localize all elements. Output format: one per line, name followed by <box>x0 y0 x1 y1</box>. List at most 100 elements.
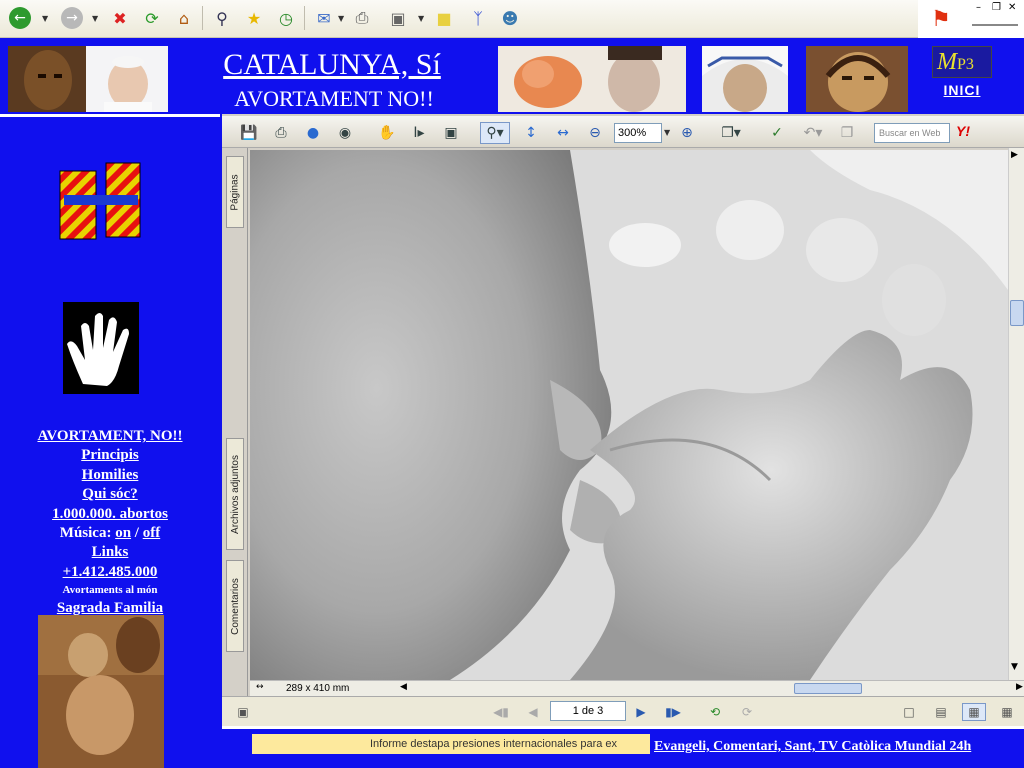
home-button[interactable]: ⌂ <box>172 6 196 30</box>
zoom-dropdown-icon[interactable]: ▼ <box>664 128 670 137</box>
edit-button[interactable]: ▣ <box>386 6 410 30</box>
print-pdf-button[interactable]: ⎙ <box>270 122 292 144</box>
toggle-panel-button[interactable]: ▣ <box>234 703 252 721</box>
side-tabs: Páginas Archivos adjuntos Comentarios <box>222 148 248 696</box>
music-on-link[interactable]: on <box>115 525 131 541</box>
web-search-input[interactable]: Buscar en Web <box>874 123 950 143</box>
menu-item-abortos[interactable]: 1.000.000. abortos <box>0 505 220 524</box>
back-button[interactable]: ← <box>8 6 32 30</box>
facing-pages-button[interactable]: ▦ <box>962 703 986 721</box>
email-button[interactable]: ● <box>302 122 324 144</box>
copy-button[interactable]: ❐ <box>836 122 858 144</box>
vertical-scroll-thumb[interactable] <box>1010 300 1024 326</box>
close-icon[interactable]: ✕ <box>1008 2 1016 13</box>
rotate-button[interactable]: ❐▾ <box>716 122 746 144</box>
previous-page-button[interactable]: ◀ <box>524 703 542 721</box>
menu-item-homilies[interactable]: Homilies <box>0 466 220 485</box>
next-page-button[interactable]: ▶ <box>632 703 650 721</box>
menu-item-principis[interactable]: Principis <box>0 446 220 465</box>
select-tool-button[interactable]: I▸ <box>408 122 430 144</box>
pdf-page-image[interactable] <box>250 150 1008 680</box>
single-page-button[interactable]: □ <box>900 703 918 721</box>
evangeli-link[interactable]: Evangeli, Comentari, Sant, TV Catòlica M… <box>654 739 971 755</box>
music-off-link[interactable]: off <box>143 525 161 541</box>
banner-title[interactable]: CATALUNYA, Sí <box>214 48 450 82</box>
forward-dropdown-icon[interactable]: ▼ <box>92 14 98 23</box>
browser-toolbar: ← ▼ → ▼ ✖ ⟳ ⌂ ⚲ ★ ◷ ✉ ▼ ⎙ ▣ ▼ ■ ᛉ ☻ ⚑ – … <box>0 0 1024 38</box>
favorites-button[interactable]: ★ <box>242 6 266 30</box>
tab-comments[interactable]: Comentarios <box>226 560 244 652</box>
bluetooth-button[interactable]: ᛉ <box>466 6 490 30</box>
print-button[interactable]: ⎙ <box>350 6 374 30</box>
scroll-right-arrow-icon[interactable]: ▶ <box>1016 682 1023 692</box>
banner-photo-children <box>498 46 686 112</box>
forward-button[interactable]: → <box>60 6 84 30</box>
history-button[interactable]: ◷ <box>274 6 298 30</box>
home-link[interactable]: INICI <box>932 82 992 98</box>
news-ticker[interactable]: Informe destapa presiones internacionale… <box>252 734 650 754</box>
yahoo-icon[interactable]: Y! <box>956 123 970 139</box>
save-button[interactable]: 💾 <box>238 122 260 144</box>
history-icon: ◷ <box>279 8 293 28</box>
menu-item-qui-soc[interactable]: Qui sóc? <box>0 485 220 504</box>
page-size-label: 289 x 410 mm <box>286 683 350 694</box>
zoom-in-icon: ⚲▾ <box>486 125 504 141</box>
abortion-counter[interactable]: +1.412.485.000 <box>0 563 220 582</box>
scroll-left-arrow-icon[interactable]: ◀ <box>400 682 407 692</box>
vertical-scrollbar[interactable]: ▶ ▼ <box>1008 148 1024 680</box>
messenger-button[interactable]: ☻ <box>498 6 522 30</box>
tab-attachments[interactable]: Archivos adjuntos <box>226 438 244 550</box>
windows-logo-icon: ⚑ <box>918 0 964 38</box>
zoom-slider[interactable] <box>972 24 1018 26</box>
zoom-in-button[interactable]: ⊕ <box>676 122 698 144</box>
holy-family-painting[interactable] <box>38 615 164 768</box>
page-number-field[interactable]: 1 de 3 <box>550 701 626 721</box>
mail-dropdown-icon[interactable]: ▼ <box>338 14 344 23</box>
last-page-button[interactable]: ▮▶ <box>664 703 682 721</box>
tab-pages[interactable]: Páginas <box>226 156 244 228</box>
split-handle-icon[interactable]: ↔ <box>256 682 264 692</box>
find-button[interactable]: ◉ <box>334 122 356 144</box>
go-back-view-button[interactable]: ⟲ <box>706 703 724 721</box>
fit-height-button[interactable]: ↕ <box>520 122 542 144</box>
edit-dropdown-icon[interactable]: ▼ <box>418 14 424 23</box>
back-dropdown-icon[interactable]: ▼ <box>42 14 48 23</box>
banner-photo-icon-and-pope <box>8 46 168 112</box>
undo-button[interactable]: ↶▾ <box>798 122 828 144</box>
zoom-out-button[interactable]: ⊖ <box>584 122 606 144</box>
scroll-right-arrow-icon[interactable]: ▶ <box>1011 150 1023 164</box>
hand-tool-button[interactable]: ✋ <box>376 122 398 144</box>
notes-button[interactable]: ■ <box>432 6 456 30</box>
menu-item-avortament[interactable]: AVORTAMENT, NO!! <box>0 427 220 446</box>
copy-icon: ❐ <box>840 125 854 141</box>
restore-icon[interactable]: ❐ <box>992 2 1001 13</box>
mp3-button[interactable]: MP3 <box>932 46 992 78</box>
stop-button[interactable]: ✖ <box>108 6 132 30</box>
go-forward-view-button[interactable]: ⟳ <box>738 703 756 721</box>
continuous-facing-icon: ▦ <box>1001 705 1013 719</box>
refresh-button[interactable]: ⟳ <box>140 6 164 30</box>
page-navigation-bar: ▣ ◀▮ ◀ 1 de 3 ▶ ▮▶ ⟲ ⟳ □ ▤ ▦ ▦ <box>222 696 1024 726</box>
banner-photo-icon-painting <box>806 46 908 112</box>
snapshot-button[interactable]: ▣ <box>440 122 462 144</box>
menu-item-links[interactable]: Links <box>0 543 220 562</box>
pdf-toolbar: 💾 ⎙ ● ◉ ✋ I▸ ▣ ⚲▾ ↕ ↔ ⊖ 300% ▼ ⊕ ❐▾ ✓ ↶▾… <box>222 116 1024 148</box>
first-page-button[interactable]: ◀▮ <box>492 703 510 721</box>
minimize-icon[interactable]: – <box>976 2 981 13</box>
spellcheck-button[interactable]: ✓ <box>766 122 788 144</box>
spellcheck-icon: ✓ <box>771 125 783 141</box>
pdf-viewer: 💾 ⎙ ● ◉ ✋ I▸ ▣ ⚲▾ ↕ ↔ ⊖ 300% ▼ ⊕ ❐▾ ✓ ↶▾… <box>222 114 1024 726</box>
catalan-cross-icon <box>59 162 141 240</box>
continuous-facing-button[interactable]: ▦ <box>998 703 1016 721</box>
scroll-down-arrow-icon[interactable]: ▼ <box>1011 662 1023 676</box>
search-button[interactable]: ⚲ <box>210 6 234 30</box>
fit-width-button[interactable]: ↔ <box>552 122 574 144</box>
continuous-button[interactable]: ▤ <box>932 703 950 721</box>
single-page-icon: □ <box>903 705 915 719</box>
mail-button[interactable]: ✉ <box>312 6 336 30</box>
bluetooth-icon: ᛉ <box>473 8 483 28</box>
plus-circle-icon: ⊕ <box>681 125 693 141</box>
horizontal-scroll-thumb[interactable] <box>794 683 862 694</box>
zoom-level-field[interactable]: 300% <box>614 123 662 143</box>
zoom-tool-button[interactable]: ⚲▾ <box>480 122 510 144</box>
